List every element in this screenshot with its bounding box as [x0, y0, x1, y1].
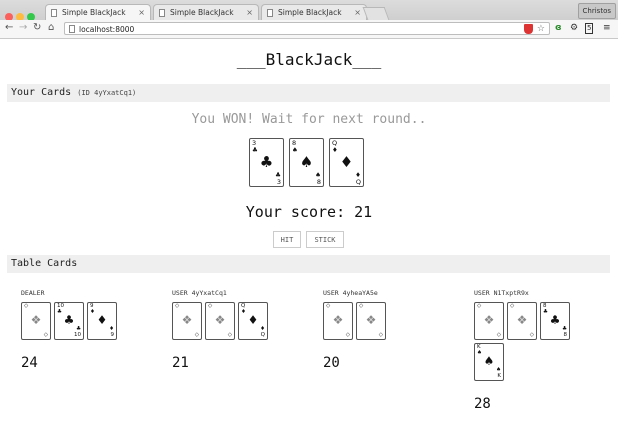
- page-icon: [159, 9, 165, 17]
- card-back-pattern-icon: ❖: [332, 313, 344, 327]
- card-suit-icon: ♣: [549, 313, 561, 327]
- playing-card: 10 ♣ ♣ ♣ 10: [54, 302, 84, 340]
- hand-total: 24: [21, 355, 38, 371]
- card-back: ◇ ❖ ◇: [323, 302, 353, 340]
- card-suit-icon: ♦: [96, 313, 108, 327]
- close-tab-icon[interactable]: ×: [138, 5, 145, 21]
- address-bar[interactable]: localhost:8000 ☆: [64, 22, 550, 35]
- gear-icon[interactable]: ⚙: [570, 23, 578, 33]
- card-back-pattern-icon: ❖: [181, 313, 193, 327]
- card-suit-icon: ♠: [299, 153, 314, 171]
- card-suit-icon: ♠: [483, 354, 495, 368]
- page-title: ___BlackJack___: [236, 50, 382, 69]
- close-tab-icon[interactable]: ×: [246, 5, 253, 21]
- playing-card: Q ♦ ♦ ♦ Q: [238, 302, 268, 340]
- new-tab-button[interactable]: [362, 7, 390, 20]
- table-cards-header: Table Cards: [7, 255, 610, 273]
- card-back: ◇ ❖ ◇: [205, 302, 235, 340]
- player-label: USER 4yYxatCq1: [172, 289, 227, 297]
- card-suit-icon: ♦: [247, 313, 259, 327]
- card-back: ◇ ❖ ◇: [356, 302, 386, 340]
- bookmark-star-icon[interactable]: ☆: [537, 23, 545, 36]
- card-back-pattern-icon: ❖: [516, 313, 528, 327]
- hand-total: 28: [474, 396, 491, 412]
- player-label: USER N1TxptR9x: [474, 289, 529, 297]
- close-tab-icon[interactable]: ×: [354, 5, 361, 21]
- card-back-pattern-icon: ❖: [30, 313, 42, 327]
- card-back: ◇ ❖ ◇: [507, 302, 537, 340]
- html5-extension-icon[interactable]: 5: [585, 23, 594, 34]
- hand-total: 20: [323, 355, 340, 371]
- browser-tab-1[interactable]: Simple BlackJack Game ×: [45, 4, 151, 33]
- browser-tab-bar: Simple BlackJack Game × Simple BlackJack…: [0, 0, 618, 33]
- forward-arrow-icon[interactable]: →: [19, 22, 27, 33]
- playing-card: 8 ♣ ♣ ♣ 8: [540, 302, 570, 340]
- profile-button[interactable]: Christos: [577, 3, 616, 19]
- browser-tab-3[interactable]: Simple BlackJack Game ×: [261, 4, 367, 33]
- stick-button[interactable]: STICK: [306, 231, 344, 248]
- page-icon: [267, 9, 273, 17]
- card-back-pattern-icon: ❖: [365, 313, 377, 327]
- playing-card: K ♠ ♠ ♠ K: [474, 343, 504, 381]
- card-suit-icon: ♣: [63, 313, 75, 327]
- home-icon[interactable]: ⌂: [48, 22, 54, 33]
- browser-tab-2[interactable]: Simple BlackJack Game ×: [153, 4, 259, 33]
- reload-icon[interactable]: ↻: [33, 22, 41, 33]
- your-cards-label: Your Cards: [11, 87, 72, 98]
- url-text: localhost:8000: [79, 25, 135, 34]
- menu-icon[interactable]: ≡: [603, 23, 611, 33]
- page-icon: [69, 25, 75, 33]
- shield-extension-icon[interactable]: [524, 24, 533, 34]
- page-icon: [51, 9, 57, 17]
- browser-toolbar: ← → ↻ ⌂ localhost:8000 ☆ ɞ ⚙ 5 ≡: [0, 20, 618, 39]
- card-back: ◇ ❖ ◇: [474, 302, 504, 340]
- hit-button[interactable]: HIT: [273, 231, 301, 248]
- hand-total: 21: [172, 355, 189, 371]
- player-label: DEALER: [21, 289, 45, 297]
- status-message: You WON! Wait for next round..: [191, 112, 427, 127]
- player-label: USER 4yheaYA5e: [323, 289, 378, 297]
- your-cards-header: Your Cards (ID 4yYxatCq1): [7, 84, 610, 102]
- playing-card: 8 ♠ ♠ ♠ 8: [289, 138, 324, 187]
- card-back: ◇ ❖ ◇: [21, 302, 51, 340]
- playing-card: Q ♦ ♦ ♦ Q: [329, 138, 364, 187]
- card-suit-icon: ♦: [339, 153, 354, 171]
- card-back: ◇ ❖ ◇: [172, 302, 202, 340]
- card-suit-icon: ♣: [259, 153, 274, 171]
- card-back-pattern-icon: ❖: [214, 313, 226, 327]
- extension-icon[interactable]: ɞ: [555, 23, 562, 33]
- back-arrow-icon[interactable]: ←: [5, 22, 13, 33]
- playing-card: 9 ♦ ♦ ♦ 9: [87, 302, 117, 340]
- playing-card: 3 ♣ ♣ ♣ 3: [249, 138, 284, 187]
- your-score: Your score: 21: [245, 203, 373, 221]
- card-back-pattern-icon: ❖: [483, 313, 495, 327]
- user-id: (ID 4yYxatCq1): [77, 89, 137, 97]
